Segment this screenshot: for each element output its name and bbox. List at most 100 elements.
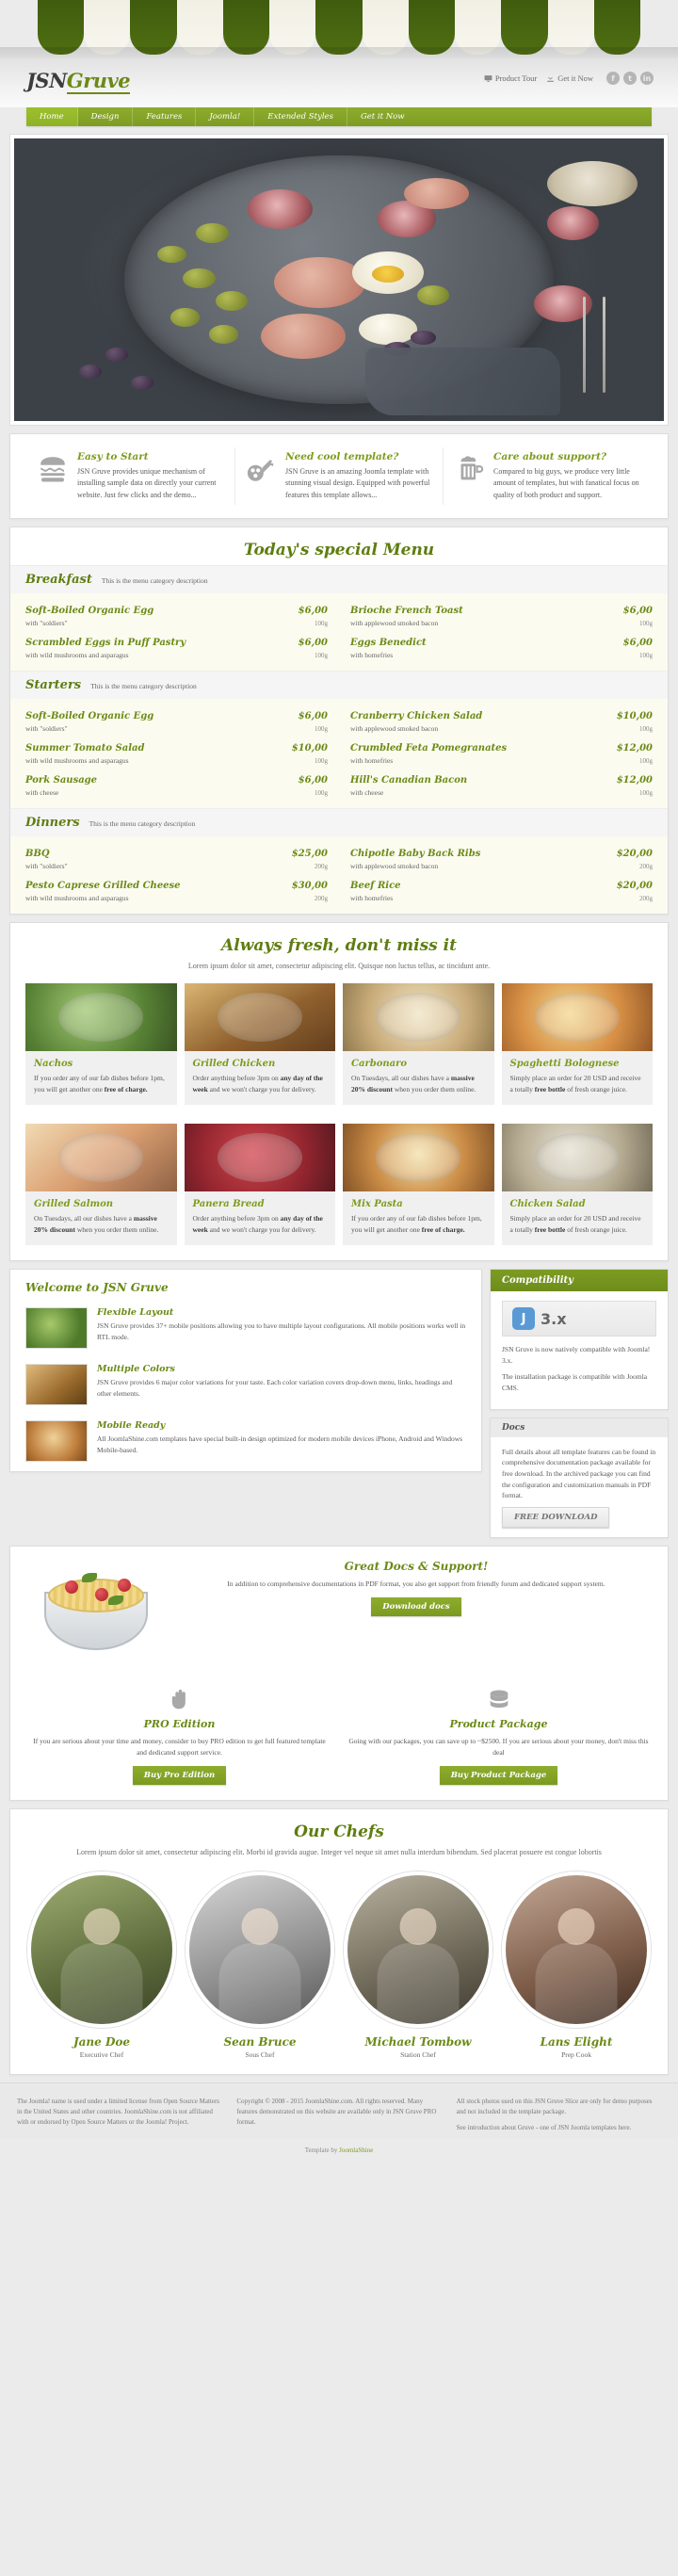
menu-item[interactable]: Chipotle Baby Back Ribs $20,00 with applew… <box>339 840 653 872</box>
awning-scallop <box>176 0 223 55</box>
menu-item[interactable]: Eggs Benedict $6,00 with homefries 100g <box>339 629 653 661</box>
feature-text: Compared to big guys, we produce very li… <box>493 467 639 499</box>
welcome-row-text: JSN Gruve provides 6 major color variati… <box>97 1378 453 1398</box>
get-it-now-link[interactable]: Get it Now <box>546 73 593 83</box>
dish-text: On Tuesdays, all our dishes have a massi… <box>34 1214 159 1235</box>
top-links: Product Tour Get it Now f t in <box>484 72 654 85</box>
menu-item[interactable]: Hill's Canadian Bacon $12,00 with cheese 10… <box>339 767 653 799</box>
menu-item[interactable]: Soft-Boiled Organic Egg $6,00 with "soldie… <box>25 597 339 629</box>
menu-item-price: $20,00 <box>616 881 653 892</box>
nav-item-design[interactable]: Design <box>78 107 134 126</box>
burger-icon <box>37 451 69 501</box>
chef-name: Sean Bruce <box>223 2034 297 2049</box>
menu-item-description: with cheese <box>25 788 59 798</box>
menu-item[interactable]: Summer Tomato Salad $10,00 with wild mushr… <box>25 735 339 767</box>
site-logo[interactable]: JSNGruve <box>26 66 131 94</box>
free-download-button[interactable]: FREE DOWNLOAD <box>502 1506 610 1528</box>
welcome-box: Welcome to JSN Gruve Flexible Layout JSN … <box>9 1269 482 1473</box>
dish-card[interactable]: Chicken Salad Simply place an order for 2… <box>501 1124 653 1246</box>
welcome-row-image <box>25 1307 88 1350</box>
docs-text: Full details about all template features… <box>502 1447 656 1500</box>
nav-item-joomla[interactable]: Joomla! <box>196 107 255 126</box>
menu-category-header: Starters This is the menu category descri… <box>10 671 668 700</box>
menu-row: BBQ $25,00 with "soldiers" 200g Chipotle Bab… <box>25 840 653 872</box>
docs-title: Docs <box>491 1418 668 1437</box>
menu-item-name: Summer Tomato Salad <box>25 743 145 754</box>
product-tour-link[interactable]: Product Tour <box>484 73 537 83</box>
menu-item-description: with "soldiers" <box>25 862 68 871</box>
menu-item-price: $12,00 <box>616 743 653 754</box>
feature-title: Easy to Start <box>77 451 149 462</box>
menu-item[interactable]: Pesto Caprese Grilled Cheese $30,00 with w… <box>25 872 339 904</box>
menu-item-name: Scrambled Eggs in Puff Pastry <box>25 638 186 649</box>
menu-item[interactable]: Beef Rice $20,00 with homefries 200g <box>339 872 653 904</box>
menu-item-name: Brioche French Toast <box>350 606 463 617</box>
dish-title: Panera Bread <box>192 1199 265 1210</box>
dish-card[interactable]: Grilled Chicken Order anything before 3pm… <box>184 983 335 1106</box>
nav-item-get-it-now[interactable]: Get it Now <box>347 107 418 126</box>
nav-item-extended-styles[interactable]: Extended Styles <box>254 107 347 126</box>
menu-item[interactable]: Soft-Boiled Organic Egg $6,00 with "soldie… <box>25 703 339 735</box>
feature-box: Care about support? Compared to big guys,… <box>444 447 651 505</box>
menu-item-name: Chipotle Baby Back Ribs <box>350 849 481 860</box>
promo-button[interactable]: Buy Product Package <box>439 1765 558 1785</box>
nav-item-features[interactable]: Features <box>133 107 197 126</box>
monitor-icon <box>484 74 492 82</box>
welcome-row: Multiple Colors JSN Gruve provides 6 majo… <box>10 1358 481 1415</box>
menu-item[interactable]: BBQ $25,00 with "soldiers" 200g <box>25 840 339 872</box>
menu-category-description: This is the menu category description <box>101 576 208 586</box>
chef-photo <box>186 1871 334 2028</box>
menu-item-weight: 100g <box>639 789 653 798</box>
welcome-row-text: JSN Gruve provides 37+ mobile positions … <box>97 1321 466 1341</box>
dish-image <box>343 1124 494 1192</box>
menu-row: Scrambled Eggs in Puff Pastry $6,00 with w… <box>25 629 653 661</box>
awning-scallop <box>84 0 131 55</box>
chef-name: Jane Doe <box>73 2034 131 2049</box>
dish-card[interactable]: Carbonaro On Tuesdays, all our dishes hav… <box>343 983 494 1106</box>
chef-card: Lans Elight Prep Cook <box>502 1871 651 2059</box>
download-docs-button[interactable]: Download docs <box>371 1596 461 1616</box>
menu-item[interactable]: Pork Sausage $6,00 with cheese 100g <box>25 767 339 799</box>
twitter-icon[interactable]: t <box>623 72 637 85</box>
promo-text: If you are serious about your time and m… <box>33 1736 326 1757</box>
awning-scallop <box>362 0 409 55</box>
chefs-title: Our Chefs <box>294 1822 384 1841</box>
menu-item[interactable]: Crumbled Feta Pomegranates $12,00 with hom… <box>339 735 653 767</box>
joomla-version-label: 3.x <box>541 1309 567 1328</box>
promo-block: PRO Edition If you are serious about your… <box>27 1686 331 1785</box>
dish-card[interactable]: Grilled Salmon On Tuesdays, all our dishe… <box>25 1124 177 1246</box>
menu-item-price: $6,00 <box>622 638 653 649</box>
dish-card[interactable]: Nachos If you order any of our fab dishes… <box>25 983 177 1106</box>
menu-item-price: $6,00 <box>298 711 328 722</box>
menu-item-weight: 100g <box>315 789 328 798</box>
joomlashine-link[interactable]: JoomlaShine <box>339 2147 373 2154</box>
footer-col-3: All stock photos used on this JSN Gruve … <box>457 2097 661 2134</box>
menu-item[interactable]: Cranberry Chicken Salad $10,00 with applew… <box>339 703 653 735</box>
menu-item-description: with "soldiers" <box>25 724 68 734</box>
footer-credit-prefix: Template by <box>304 2147 340 2155</box>
menu-item[interactable]: Brioche French Toast $6,00 with applewood … <box>339 597 653 629</box>
logo-jsn: JSN <box>26 69 67 92</box>
social-links: f t in <box>606 72 654 85</box>
menu-item-description: with applewood smoked bacon <box>350 619 439 628</box>
chicken-leg-icon <box>245 451 277 501</box>
menu-item[interactable]: Scrambled Eggs in Puff Pastry $6,00 with w… <box>25 629 339 661</box>
dish-card[interactable]: Mix Pasta If you order any of our fab dis… <box>343 1124 494 1246</box>
feature-box: Need cool template? JSN Gruve is an amazi… <box>235 447 444 506</box>
menu-item-name: Crumbled Feta Pomegranates <box>350 743 508 754</box>
chef-role: Executive Chef <box>79 2049 124 2059</box>
menu-row: Soft-Boiled Organic Egg $6,00 with "soldie… <box>25 597 653 629</box>
dish-card[interactable]: Spaghetti Bolognese Simply place an order… <box>501 983 653 1106</box>
facebook-icon[interactable]: f <box>606 72 620 85</box>
menu-item-description: with homefries <box>350 894 394 903</box>
dish-card[interactable]: Panera Bread Order anything before 3pm on… <box>184 1124 335 1246</box>
chef-role: Station Chef <box>400 2049 436 2059</box>
dish-image <box>501 983 653 1052</box>
menu-item-weight: 100g <box>639 725 653 734</box>
promo-block: Product Package Going with our packages, … <box>347 1686 651 1785</box>
footer-col-1: The Joomla! name is used under a limited… <box>17 2097 219 2127</box>
linkedin-icon[interactable]: in <box>640 72 654 85</box>
nav-item-home[interactable]: Home <box>26 107 78 126</box>
chefs-section: Our Chefs Lorem ipsum dolor sit amet, co… <box>9 1807 669 2075</box>
promo-button[interactable]: Buy Pro Edition <box>132 1765 227 1785</box>
